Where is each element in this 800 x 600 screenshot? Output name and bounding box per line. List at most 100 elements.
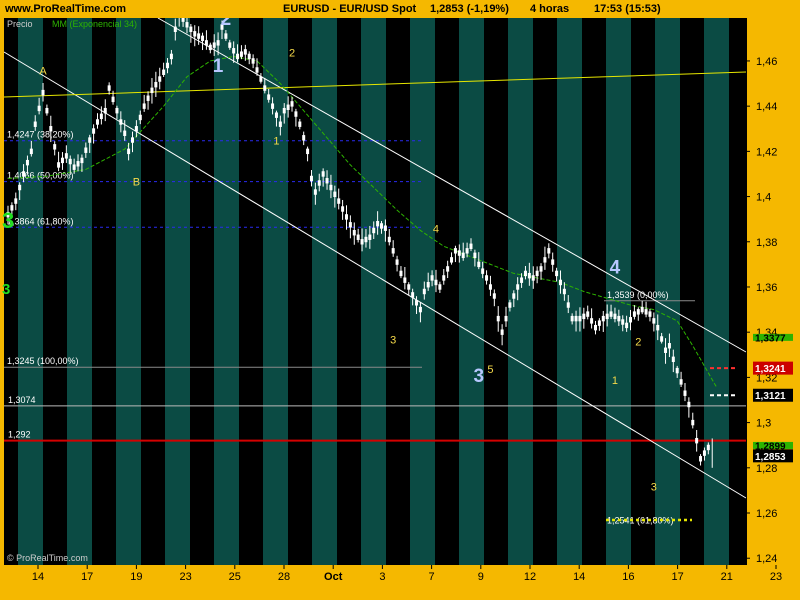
price-bar-body [57,162,61,168]
price-bar-body [426,282,430,288]
horizontal-level-label: 1,292 [8,430,31,440]
price-bar-body [228,42,232,48]
y-tick-label: 1,26 [756,508,777,520]
price-bar-body [18,184,22,191]
price-bar-body [356,234,360,240]
price-bar-body [107,85,111,91]
y-tick-label: 1,44 [756,101,777,113]
fib-level-label: 1,3539 (0,00%) [607,290,669,300]
price-bar-body [53,144,57,150]
price-bar-body [99,113,103,120]
y-axis-panel: 1,461,441,421,41,381,361,341,321,31,281,… [746,18,800,600]
day-band [508,18,533,565]
price-bar-body [329,184,333,191]
price-bar-body [504,315,508,322]
price-bar-body [119,119,123,125]
price-tag-label: 1,2853 [755,452,786,463]
price-bar-body [625,322,629,329]
wave-label: 1 [612,375,618,387]
price-bar-body [512,293,516,299]
price-tag-label: 1,3377 [755,333,786,344]
price-bar-body [481,268,485,274]
price-bar-body [395,259,399,265]
price-bar-body [325,178,329,184]
x-tick-label: 19 [130,571,142,583]
price-bar-body [683,390,687,396]
price-bar-body [298,121,302,127]
axis-divider [746,18,747,565]
price-bar-body [679,379,683,385]
price-bar-body [562,288,566,295]
price-bar-body [127,148,131,155]
price-bar-body [640,306,644,313]
wave-label: 3 [390,334,396,346]
price-bar-body [259,76,263,82]
price-bar-body [601,315,605,322]
watermark: © ProRealTime.com [7,553,88,563]
wave-label: 3 [473,366,484,387]
site-name: www.ProRealTime.com [5,3,127,15]
fib-level-label: 1,4247 (38,20%) [7,130,74,140]
price-bar-body [391,248,395,254]
price-bar-body [364,236,368,243]
price-bar-body [88,137,92,143]
price-bar-body [37,105,41,112]
price-bar-body [154,81,158,88]
price-bar-body [208,44,212,51]
price-bar-body [263,85,267,91]
price-bar-body [551,259,555,265]
price-bar-body [173,26,177,33]
x-tick-label: 23 [770,571,782,583]
price-bar-body [500,329,504,335]
price-bar-body [434,279,438,286]
price-bar-body [660,336,664,342]
price-bar-body [442,275,446,281]
price-bar-body [306,148,310,155]
price-bar-body [255,67,259,73]
price-bar-body [477,261,481,268]
price-bar-body [523,270,527,277]
price-bar-body [667,343,671,349]
x-tick-label: 3 [379,571,385,583]
price-bar-body [617,315,621,322]
wave-label: 1 [213,56,224,77]
price-bar-body [516,284,520,290]
price-bar-body [383,225,387,231]
x-tick-label: 28 [278,571,290,583]
x-tick-label: 17 [81,571,93,583]
price-bar-body [115,107,119,114]
price-bar-body [348,222,352,228]
price-bar-body [84,147,88,153]
price-bar-body [29,148,33,155]
price-bar-body [45,107,49,114]
price-bar-body [418,306,422,313]
price-bar-body [399,270,403,277]
price-bar-body [613,313,617,320]
price-bar-body [407,284,411,290]
fib-level-label: 1,2541 (61,80%) [607,515,674,525]
price-bar-body [14,198,18,204]
price-bar-body [189,26,193,33]
last-price-change: 1,2853 (-1,19%) [430,3,509,15]
price-bar-body [531,275,535,281]
price-bar-body [368,234,372,240]
price-bar-body [22,171,26,177]
price-bar-body [636,309,640,315]
wave-label: B [133,176,140,188]
price-bar-body [193,31,197,37]
price-bar-body [68,158,72,165]
chart-canvas: 1,4866 (0,00%)1,4247 (38,20%)1,4066 (50,… [0,0,800,600]
price-bar-body [387,236,391,243]
price-bar-body [103,107,107,114]
price-bar-body [632,311,636,317]
price-bar-body [485,275,489,281]
x-tick-label: 23 [179,571,191,583]
price-bar-body [671,356,675,363]
day-band [312,18,337,565]
y-tick-label: 1,24 [756,553,777,565]
ma-label: MM (Exponencial 34) [52,19,137,29]
x-tick-label: 17 [671,571,683,583]
price-bar-body [92,128,96,134]
day-band [410,18,435,565]
price-bar-body [609,311,613,317]
